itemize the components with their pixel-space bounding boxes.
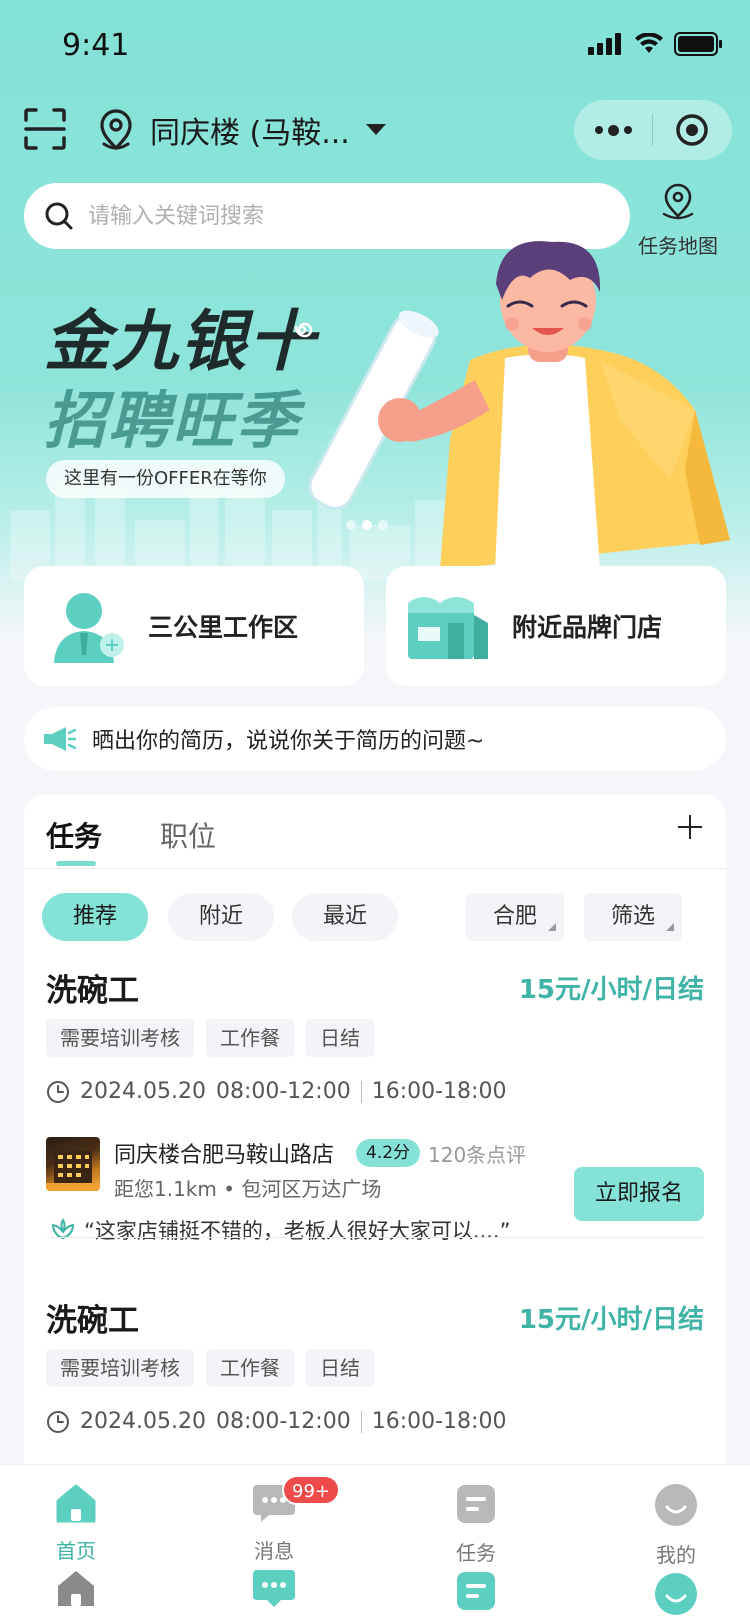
slot-divider (360, 1410, 362, 1433)
review-quote-text: “这家店铺挺不错的，老板人很好大家可以....” (84, 1219, 511, 1243)
task-icon (457, 1485, 495, 1523)
mini-program-capsule (574, 100, 732, 160)
active-tab-indicator (56, 861, 96, 866)
quick-entry-label: 三公里工作区 (148, 613, 299, 642)
list-tabs: 任务 职位 (24, 795, 726, 869)
banner-illustration (308, 241, 730, 570)
task-icon (457, 1572, 495, 1610)
search-icon (45, 202, 73, 230)
worker-avatar-icon (54, 593, 124, 663)
clock-icon (47, 1080, 69, 1103)
store-info: 同庆楼合肥马鞍山路店 4.2分 120条点评 距您1.1km • 包河区万达广场… (46, 1137, 704, 1247)
filter-select[interactable]: 筛选 (584, 893, 682, 941)
job-slot: 08:00-12:00 (215, 1409, 351, 1434)
tabbar-item-home[interactable]: 首页 (16, 1483, 136, 1612)
job-tag: 日结 (306, 1019, 374, 1057)
clock-icon (47, 1410, 69, 1433)
store-name: 同庆楼合肥马鞍山路店 (114, 1143, 335, 1168)
more-options-icon[interactable] (574, 100, 652, 160)
chevron-down-icon[interactable] (366, 124, 386, 135)
job-slot: 16:00-18:00 (371, 1409, 507, 1434)
tabbar-item-tasks[interactable]: 任务 (416, 1483, 536, 1616)
filter-recent[interactable]: 最近 (292, 893, 398, 941)
tabbar-item-profile[interactable]: 我的 (616, 1483, 736, 1620)
megaphone-icon (44, 727, 76, 751)
tabbar-label: 任务 (456, 1541, 496, 1565)
message-badge: 99+ (282, 1475, 340, 1505)
search-input[interactable] (88, 203, 568, 229)
city-select[interactable]: 合肥 (466, 893, 564, 941)
job-slot: 16:00-18:00 (371, 1079, 507, 1104)
scan-icon[interactable] (24, 108, 66, 150)
tab-positions[interactable]: 职位 (160, 815, 216, 855)
job-tags: 需要培训考核 工作餐 日结 (46, 1019, 374, 1057)
wifi-icon (635, 33, 663, 53)
home-icon (58, 1571, 94, 1606)
job-title: 洗碗工 (46, 1303, 139, 1339)
job-tags: 需要培训考核 工作餐 日结 (46, 1349, 374, 1387)
job-list-panel: 任务 职位 推荐 附近 最近 合肥 筛选 洗碗工 15元/小时/日结 需要培训考… (24, 795, 726, 1495)
location-pin-icon[interactable] (96, 108, 136, 152)
banner-tagline: 这里有一份OFFER在等你 (46, 460, 285, 498)
add-icon[interactable] (676, 813, 704, 841)
quick-entry-label: 附近品牌门店 (512, 613, 663, 642)
tabbar-label: 我的 (656, 1543, 696, 1567)
tabbar-item-messages[interactable]: 99+ 消息 (214, 1475, 340, 1612)
lotus-icon (51, 1218, 75, 1240)
slot-divider (360, 1080, 362, 1103)
tab-tasks[interactable]: 任务 (46, 815, 102, 855)
store-review-quote: “这家店铺挺不错的，老板人很好大家可以....” (50, 1215, 510, 1245)
store-distance: 距您1.1km • 包河区万达广场 (114, 1177, 382, 1201)
job-tag: 工作餐 (206, 1349, 294, 1387)
message-icon (253, 1570, 295, 1607)
announcement-bar[interactable]: 晒出你的简历，说说你关于简历的问题~ (24, 707, 726, 771)
close-target-icon[interactable] (653, 100, 731, 160)
profile-icon (655, 1484, 697, 1526)
job-date: 2024.05.20 (80, 1409, 206, 1434)
status-icons (588, 32, 724, 56)
job-schedule: 2024.05.20 08:00-12:00 16:00-18:00 (46, 1409, 506, 1434)
job-tag: 日结 (306, 1349, 374, 1387)
job-pay: 15元/小时/日结 (518, 1305, 704, 1335)
storefront-icon (408, 597, 488, 659)
job-pay: 15元/小时/日结 (518, 975, 704, 1005)
list-divider (46, 1237, 704, 1238)
job-date: 2024.05.20 (80, 1079, 206, 1104)
job-slot: 08:00-12:00 (215, 1079, 351, 1104)
filter-recommended[interactable]: 推荐 (42, 893, 148, 941)
store-thumbnail (46, 1137, 100, 1191)
profile-icon (655, 1573, 697, 1615)
signal-icon (588, 33, 621, 55)
status-time: 9:41 (62, 28, 130, 63)
job-tag: 需要培训考核 (46, 1019, 194, 1057)
location-selector[interactable]: 同庆楼 (马鞍... (150, 108, 350, 152)
store-score-badge: 4.2分 (356, 1139, 421, 1167)
store-review-count: 120条点评 (428, 1143, 527, 1167)
map-pin-icon (662, 183, 694, 220)
apply-button[interactable]: 立即报名 (574, 1167, 704, 1221)
tabbar-label: 首页 (56, 1539, 96, 1563)
quick-entry-work-area[interactable]: 三公里工作区 (24, 566, 364, 686)
announcement-text: 晒出你的简历，说说你关于简历的问题~ (92, 729, 485, 754)
quick-entry-nearby-stores[interactable]: 附近品牌门店 (386, 566, 726, 686)
job-tag: 工作餐 (206, 1019, 294, 1057)
bottom-tab-bar: 首页 99+ 消息 任务 我的 (0, 1464, 750, 1624)
banner-subtitle-large: 招聘旺季 (44, 384, 301, 457)
job-tag: 需要培训考核 (46, 1349, 194, 1387)
tabbar-label: 消息 (254, 1539, 294, 1563)
job-title: 洗碗工 (46, 973, 139, 1009)
home-icon (56, 1484, 96, 1523)
job-schedule: 2024.05.20 08:00-12:00 16:00-18:00 (46, 1079, 506, 1104)
filter-nearby[interactable]: 附近 (168, 893, 274, 941)
battery-icon (674, 32, 722, 56)
